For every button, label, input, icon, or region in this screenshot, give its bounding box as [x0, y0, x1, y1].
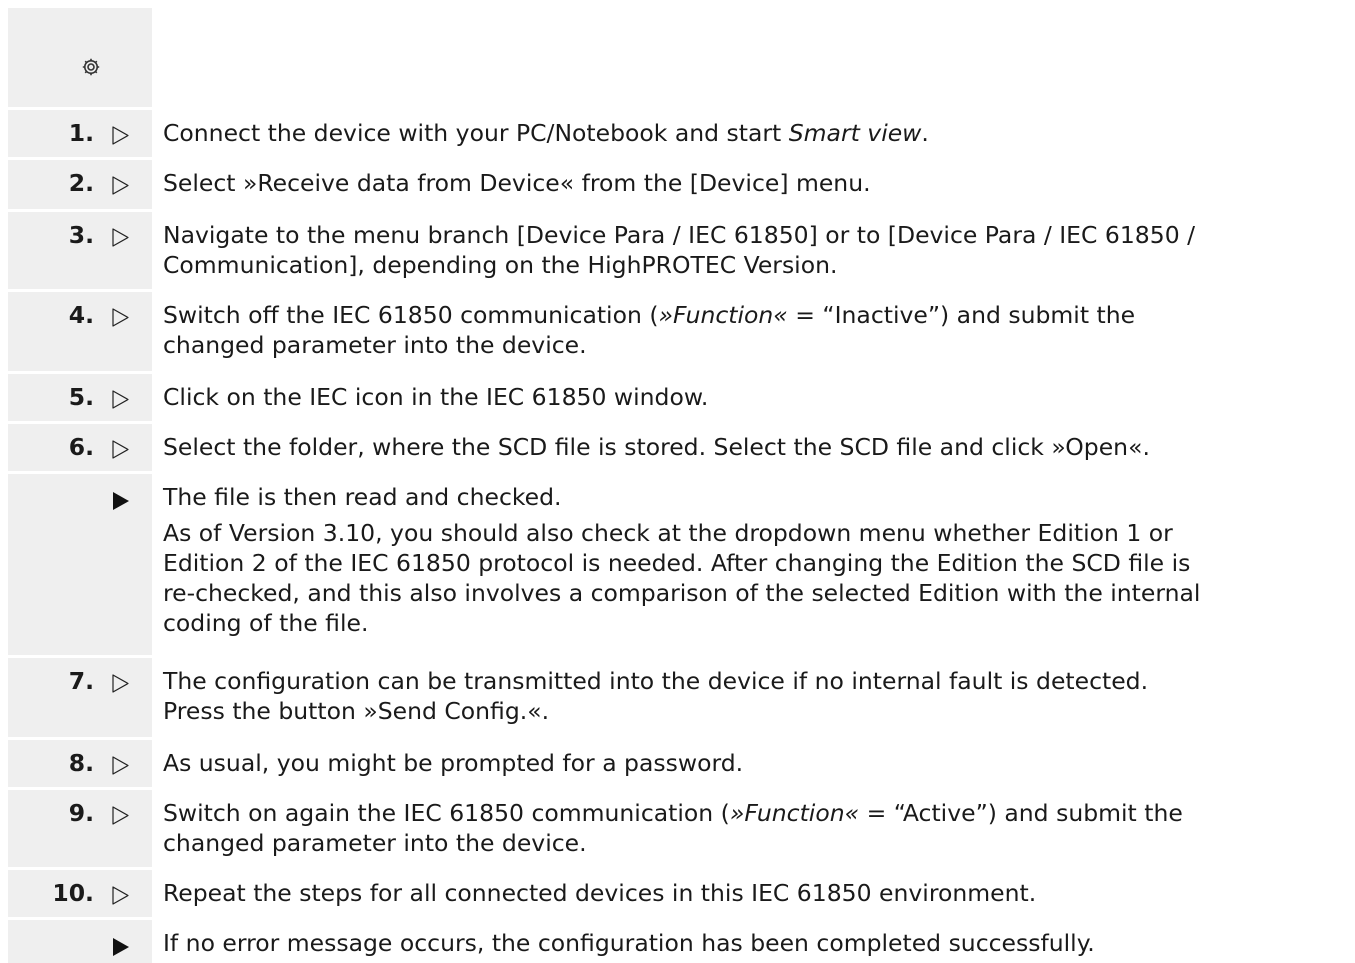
result-arrow-icon — [109, 482, 131, 512]
step-text-block: Switch on again the IEC 61850 communicat… — [163, 798, 1355, 858]
step-text: Edition 2 of the IEC 61850 protocol is n… — [163, 549, 1191, 577]
emphasis-text: »Function« — [658, 301, 788, 329]
step-text-block: Repeat the steps for all connected devic… — [163, 878, 1355, 908]
step-row: 2. Select »Receive data from Device« from… — [8, 160, 1355, 209]
step-row: 6. Select the folder, where the SCD file … — [8, 424, 1355, 471]
step-text-block: Connect the device with your PC/Notebook… — [163, 118, 1355, 148]
step-text: re-checked, and this also involves a com… — [163, 579, 1201, 607]
step-text: coding of the file. — [163, 609, 369, 637]
step-text: Switch on again the IEC 61850 communicat… — [163, 799, 730, 827]
step-number-cell: 2. — [8, 160, 152, 209]
step-row: 8. As usual, you might be prompted for a … — [8, 740, 1355, 787]
step-number: 3. — [68, 221, 94, 249]
step-text-block: Select »Receive data from Device« from t… — [163, 168, 1355, 198]
step-arrow-icon — [109, 168, 131, 198]
step-number: 6. — [68, 433, 94, 461]
step-text: . — [921, 119, 929, 147]
step-number-cell — [8, 920, 152, 963]
step-text: Repeat the steps for all connected devic… — [163, 879, 1037, 907]
result-row: The file is then read and checked. As of … — [8, 474, 1355, 655]
step-arrow-icon — [109, 382, 131, 412]
emphasis-text: Smart view — [788, 119, 922, 147]
step-text: Press the button »Send Config.«. — [163, 697, 550, 725]
result-arrow-icon — [109, 928, 131, 958]
step-row: 5. Click on the IEC icon in the IEC 61850… — [8, 374, 1355, 421]
step-number: 1. — [68, 119, 94, 147]
result-row: If no error message occurs, the configur… — [8, 920, 1355, 963]
step-number-cell: 1. — [8, 110, 152, 157]
step-number: 7. — [68, 667, 94, 695]
step-text-block: Click on the IEC icon in the IEC 61850 w… — [163, 382, 1355, 412]
step-arrow-icon — [109, 798, 131, 828]
step-number-cell: 4. — [8, 292, 152, 371]
step-arrow-icon — [109, 118, 131, 148]
step-text: = “Active”) and submit the — [859, 799, 1183, 827]
step-text: The configuration can be transmitted int… — [163, 667, 1149, 695]
step-text: The file is then read and checked. — [163, 483, 562, 511]
step-text: changed parameter into the device. — [163, 331, 587, 359]
step-number-cell: 8. — [8, 740, 152, 787]
step-number-cell — [8, 474, 152, 655]
step-arrow-icon — [109, 878, 131, 908]
step-text: Communication], depending on the HighPRO… — [163, 251, 838, 279]
step-text: Select the folder, where the SCD file is… — [163, 433, 1150, 461]
step-text: As of Version 3.10, you should also chec… — [163, 519, 1173, 547]
step-number-cell: 7. — [8, 658, 152, 737]
step-arrow-icon — [109, 748, 131, 778]
step-text: If no error message occurs, the configur… — [163, 929, 1095, 957]
step-row: 7. The configuration can be transmitted i… — [8, 658, 1355, 737]
step-arrow-icon — [109, 432, 131, 462]
step-text: Connect the device with your PC/Notebook… — [163, 119, 789, 147]
step-number: 5. — [68, 383, 94, 411]
step-text-block: Navigate to the menu branch [Device Para… — [163, 220, 1355, 280]
step-number: 9. — [68, 799, 94, 827]
step-number-cell: 5. — [8, 374, 152, 421]
step-text: Select »Receive data from Device« from t… — [163, 169, 871, 197]
step-number: 10. — [52, 879, 94, 907]
step-number-cell: 6. — [8, 424, 152, 471]
gear-icon — [82, 58, 100, 76]
step-text: Switch off the IEC 61850 communication ( — [163, 301, 659, 329]
step-row: 1. Connect the device with your PC/Notebo… — [8, 110, 1355, 157]
step-number-cell: 3. — [8, 212, 152, 289]
step-number-cell: 9. — [8, 790, 152, 867]
step-text: Navigate to the menu branch [Device Para… — [163, 221, 1196, 249]
header-icon-cell — [8, 8, 152, 107]
step-row: 10. Repeat the steps for all connected de… — [8, 870, 1355, 917]
step-text: Click on the IEC icon in the IEC 61850 w… — [163, 383, 709, 411]
step-text: As usual, you might be prompted for a pa… — [163, 749, 744, 777]
step-row: 4. Switch off the IEC 61850 communication… — [8, 292, 1355, 371]
step-text-block: The configuration can be transmitted int… — [163, 666, 1355, 726]
step-text: = “Inactive”) and submit the — [787, 301, 1136, 329]
step-row: 9. Switch on again the IEC 61850 communic… — [8, 790, 1355, 867]
step-arrow-icon — [109, 666, 131, 696]
step-number: 8. — [68, 749, 94, 777]
step-text-block: The file is then read and checked. As of … — [163, 482, 1355, 638]
step-number-cell: 10. — [8, 870, 152, 917]
step-number: 4. — [68, 301, 94, 329]
emphasis-text: »Function« — [729, 799, 860, 827]
step-text-block: As usual, you might be prompted for a pa… — [163, 748, 1355, 778]
step-text-block: Switch off the IEC 61850 communication (… — [163, 300, 1355, 360]
step-arrow-icon — [109, 220, 131, 250]
step-arrow-icon — [109, 300, 131, 330]
step-row: 3. Navigate to the menu branch [Device Pa… — [8, 212, 1355, 289]
step-text-block: If no error message occurs, the configur… — [163, 928, 1355, 958]
step-text: changed parameter into the device. — [163, 829, 587, 857]
step-number: 2. — [68, 169, 94, 197]
step-text-block: Select the folder, where the SCD file is… — [163, 432, 1355, 462]
